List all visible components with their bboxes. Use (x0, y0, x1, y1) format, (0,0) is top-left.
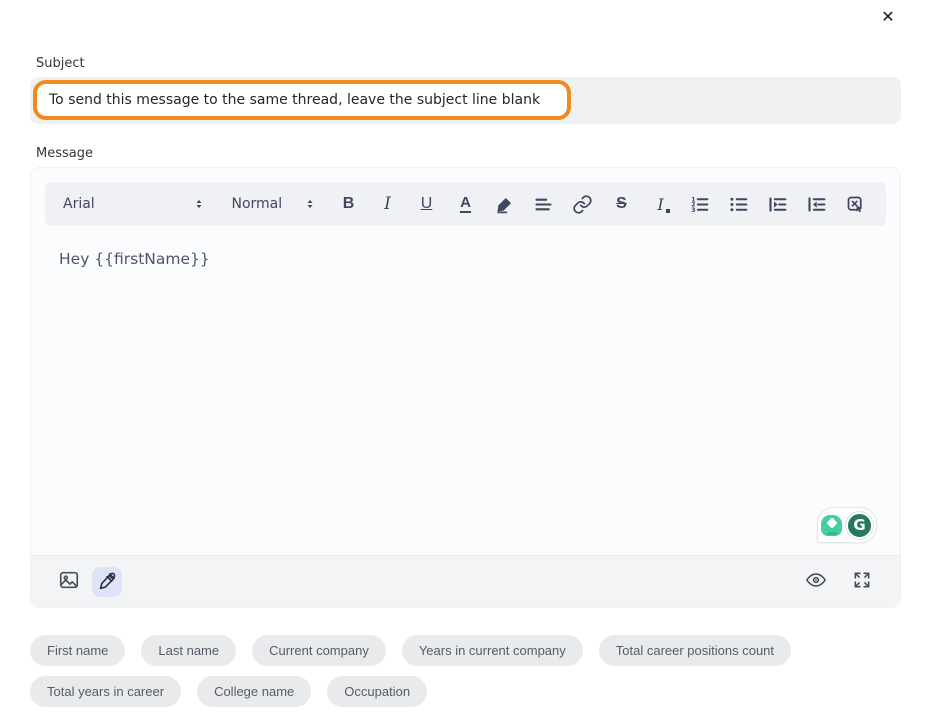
bulb-base (827, 532, 836, 535)
chevron-updown-icon (303, 197, 317, 211)
remove-element-button[interactable] (843, 190, 868, 218)
subject-placeholder: To send this message to the same thread,… (49, 92, 540, 108)
variable-chip-college-name[interactable]: College name (197, 676, 311, 707)
strikethrough-icon: S (616, 195, 627, 213)
text-color-button[interactable]: A (453, 190, 478, 218)
subject-input[interactable]: To send this message to the same thread,… (30, 77, 901, 124)
editor-footer-bar (31, 555, 900, 607)
font-family-value: Arial (63, 196, 95, 212)
svg-text:3: 3 (691, 206, 695, 213)
close-button[interactable]: ✕ (877, 6, 899, 28)
footer-right-tools (802, 568, 876, 596)
suggestion-bulb-icon[interactable] (821, 515, 842, 536)
bold-icon: B (343, 195, 355, 213)
clear-formatting-button[interactable]: I (648, 190, 673, 218)
message-body-input[interactable]: Hey {{firstName}} (31, 240, 900, 555)
bullet-list-button[interactable] (726, 190, 751, 218)
remove-element-icon (845, 194, 866, 215)
variable-chip-occupation[interactable]: Occupation (327, 676, 427, 707)
outdent-icon (806, 194, 827, 215)
bulb-diamond (826, 518, 837, 529)
text-color-icon: A (460, 195, 471, 214)
grammarly-widget[interactable]: G (817, 507, 877, 543)
variable-chip-total-years-in-career[interactable]: Total years in career (30, 676, 181, 707)
subject-label: Subject (36, 56, 85, 71)
bullet-list-icon (728, 194, 749, 215)
editor-toolbar: Arial Normal B I U (45, 182, 886, 226)
underline-button[interactable]: U (414, 190, 439, 218)
grammarly-g-letter: G (853, 516, 865, 534)
paragraph-style-select[interactable]: Normal (232, 196, 318, 212)
variable-chip-last-name[interactable]: Last name (141, 635, 236, 666)
chevron-updown-icon (192, 197, 206, 211)
link-button[interactable] (570, 190, 595, 218)
link-icon (572, 194, 593, 215)
align-icon (533, 194, 554, 215)
font-family-select[interactable]: Arial (63, 196, 206, 212)
insert-image-button[interactable] (55, 568, 83, 596)
variable-chip-years-in-current-company[interactable]: Years in current company (402, 635, 583, 666)
ordered-list-button[interactable]: 123 (687, 190, 712, 218)
underline-icon: U (421, 195, 433, 213)
bold-button[interactable]: B (336, 190, 361, 218)
italic-icon: I (384, 194, 391, 214)
italic-button[interactable]: I (375, 190, 400, 218)
paragraph-style-value: Normal (232, 196, 283, 212)
preview-eye-icon (805, 569, 827, 594)
highlight-button[interactable] (492, 190, 517, 218)
variable-chip-current-company[interactable]: Current company (252, 635, 386, 666)
compose-message-dialog: ✕ Subject To send this message to the sa… (0, 0, 931, 718)
message-label: Message (36, 146, 93, 161)
grammarly-g-icon[interactable]: G (846, 512, 873, 539)
ordered-list-icon: 123 (689, 194, 710, 215)
expand-button[interactable] (848, 568, 876, 596)
signature-button[interactable] (92, 567, 122, 597)
clear-formatting-dot (666, 209, 670, 213)
annotation-highlight: To send this message to the same thread,… (33, 80, 571, 120)
format-tools: B I U A (336, 190, 868, 218)
variable-chips: First name Last name Current company Yea… (30, 635, 910, 707)
preview-button[interactable] (802, 568, 830, 596)
highlighter-icon (494, 194, 515, 215)
expand-icon (852, 570, 872, 593)
outdent-button[interactable] (804, 190, 829, 218)
image-icon (58, 569, 80, 594)
signature-pen-icon (97, 570, 118, 594)
align-button[interactable] (531, 190, 556, 218)
message-editor: Arial Normal B I U (30, 167, 901, 608)
strikethrough-button[interactable]: S (609, 190, 634, 218)
close-icon: ✕ (881, 7, 894, 27)
message-text: Hey {{firstName}} (59, 250, 872, 268)
indent-button[interactable] (765, 190, 790, 218)
variable-chip-first-name[interactable]: First name (30, 635, 125, 666)
variable-chip-total-career-positions-count[interactable]: Total career positions count (599, 635, 791, 666)
indent-icon (767, 194, 788, 215)
clear-formatting-icon: I (657, 195, 663, 214)
